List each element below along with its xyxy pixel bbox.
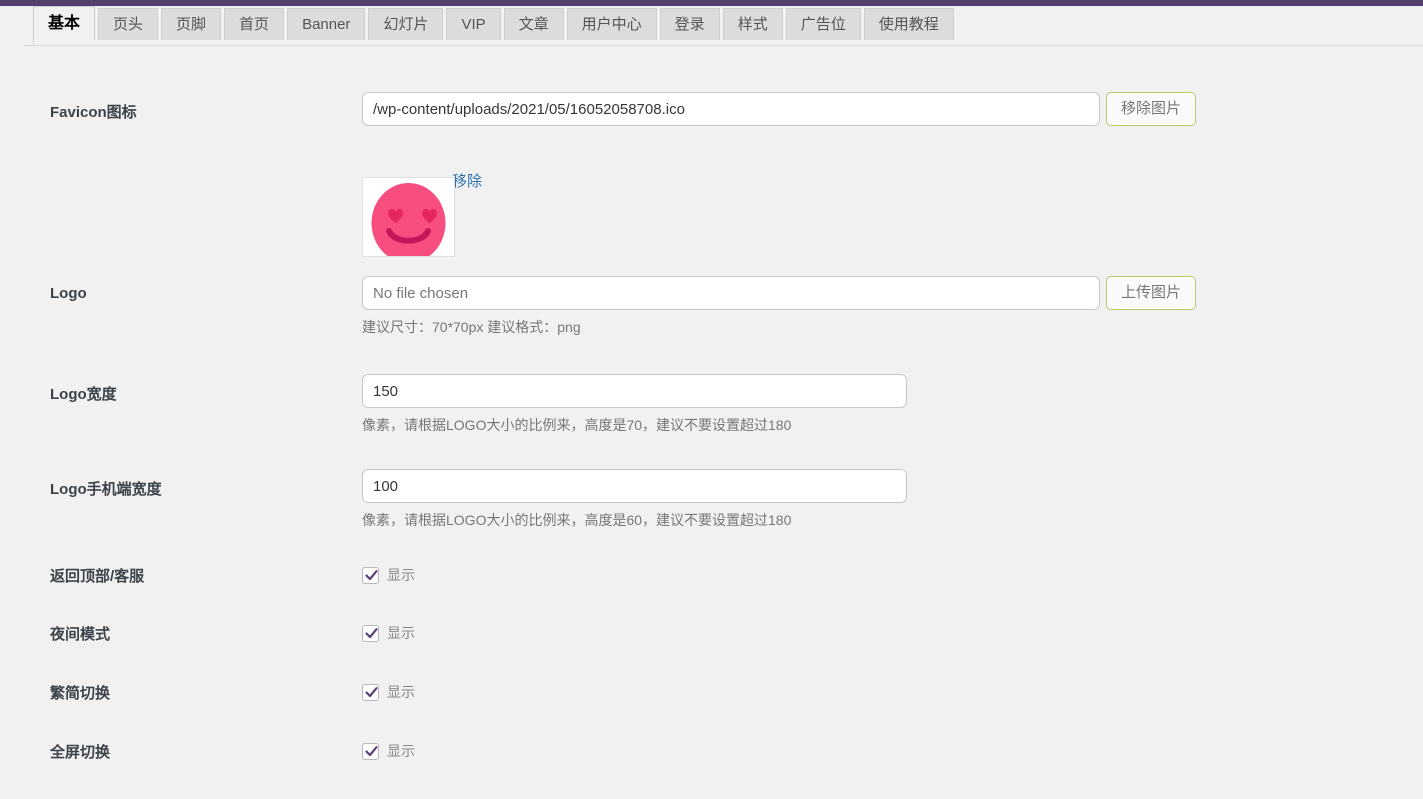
traditional-simplified-label: 繁简切换	[50, 685, 111, 702]
logo-width-label: Logo宽度	[50, 386, 117, 403]
tab-label: 基本	[48, 15, 81, 32]
back-to-top-label: 返回顶部/客服	[50, 568, 145, 585]
tab-label: 幻灯片	[383, 16, 429, 33]
tab-label: 页脚	[176, 16, 207, 33]
logo-mobile-width-hint: 像素，请根据LOGO大小的比例来，高度是60，建议不要设置超过180	[362, 512, 792, 528]
favicon-input[interactable]	[362, 92, 1100, 126]
tab-label: 样式	[737, 16, 768, 33]
tab-label: 页头	[113, 16, 144, 33]
logo-width-hint: 像素，请根据LOGO大小的比例来，高度是70，建议不要设置超过180	[362, 417, 792, 433]
tab-首页[interactable]: 首页	[224, 8, 285, 40]
field-row-night-mode: 夜间模式 显示	[0, 623, 1423, 681]
favicon-remove-link[interactable]: 移除	[452, 170, 482, 191]
traditional-simplified-checkbox[interactable]	[362, 683, 379, 701]
tab-广告位[interactable]: 广告位	[785, 8, 861, 40]
check-icon	[365, 627, 378, 638]
tab-banner[interactable]: Banner	[287, 8, 366, 40]
tab-label: 首页	[239, 16, 270, 33]
fullscreen-label: 全屏切换	[50, 744, 111, 761]
traditional-simplified-checkbox-label: 显示	[387, 684, 415, 700]
night-mode-checkbox-label: 显示	[387, 625, 415, 641]
tab-幻灯片[interactable]: 幻灯片	[368, 8, 444, 40]
settings-form: Favicon图标 移除图片 移除 Logo 建议尺寸：70*70px 建议格式…	[0, 40, 1423, 796]
favicon-preview-thumbnail	[362, 177, 455, 257]
check-icon	[365, 686, 378, 697]
tab-label: Banner	[302, 16, 351, 33]
favicon-remove-image-button[interactable]: 移除图片	[1106, 92, 1197, 126]
check-icon	[365, 569, 378, 580]
settings-tab-bar: 基本 页头 页脚 首页 Banner 幻灯片 VIP 文章 用户中心 登录 样式…	[0, 6, 1423, 46]
logo-hint: 建议尺寸：70*70px 建议格式：png	[362, 319, 581, 335]
field-row-back-to-top: 返回顶部/客服 显示	[0, 565, 1423, 623]
tab-基本[interactable]: 基本	[33, 6, 96, 40]
tab-label: 广告位	[800, 16, 846, 33]
tab-label: 使用教程	[878, 16, 939, 33]
back-to-top-checkbox[interactable]	[362, 566, 379, 584]
tab-使用教程[interactable]: 使用教程	[863, 8, 954, 40]
night-mode-checkbox[interactable]	[362, 624, 379, 642]
field-row-logo-mobile-width: Logo手机端宽度 像素，请根据LOGO大小的比例来，高度是60，建议不要设置超…	[0, 465, 1423, 545]
tab-页头[interactable]: 页头	[98, 8, 159, 40]
back-to-top-checkbox-label: 显示	[387, 567, 415, 583]
field-row-traditional-simplified: 繁简切换 显示	[0, 682, 1423, 740]
logo-input[interactable]	[362, 276, 1100, 310]
fullscreen-checkbox-label: 显示	[387, 743, 415, 759]
tab-vip[interactable]: VIP	[446, 8, 501, 40]
tab-登录[interactable]: 登录	[659, 8, 720, 40]
logo-mobile-width-input[interactable]	[362, 469, 907, 503]
tab-label: 登录	[674, 16, 705, 33]
tab-页脚[interactable]: 页脚	[161, 8, 222, 40]
logo-upload-image-button[interactable]: 上传图片	[1106, 276, 1197, 310]
logo-mobile-width-label: Logo手机端宽度	[50, 481, 162, 498]
night-mode-label: 夜间模式	[50, 626, 111, 643]
field-row-favicon: Favicon图标 移除图片	[0, 88, 1423, 278]
tab-样式[interactable]: 样式	[722, 8, 783, 40]
fullscreen-checkbox[interactable]	[362, 742, 379, 760]
check-icon	[365, 745, 378, 756]
field-row-logo-width: Logo宽度 像素，请根据LOGO大小的比例来，高度是70，建议不要设置超过18…	[0, 370, 1423, 450]
field-row-logo: Logo 建议尺寸：70*70px 建议格式：png 上传图片	[0, 272, 1423, 352]
logo-width-input[interactable]	[362, 374, 907, 408]
field-row-fullscreen: 全屏切换 显示	[0, 741, 1423, 799]
tab-用户中心[interactable]: 用户中心	[566, 8, 657, 40]
tab-list: 基本 页头 页脚 首页 Banner 幻灯片 VIP 文章 用户中心 登录 样式…	[33, 6, 957, 40]
logo-label: Logo	[50, 285, 87, 302]
favicon-label: Favicon图标	[50, 104, 137, 121]
tab-label: 用户中心	[581, 16, 642, 33]
tab-文章[interactable]: 文章	[503, 8, 564, 40]
tab-label: 文章	[518, 16, 549, 33]
tab-label: VIP	[461, 16, 486, 33]
smiling-face-with-hearts-icon	[363, 178, 454, 256]
